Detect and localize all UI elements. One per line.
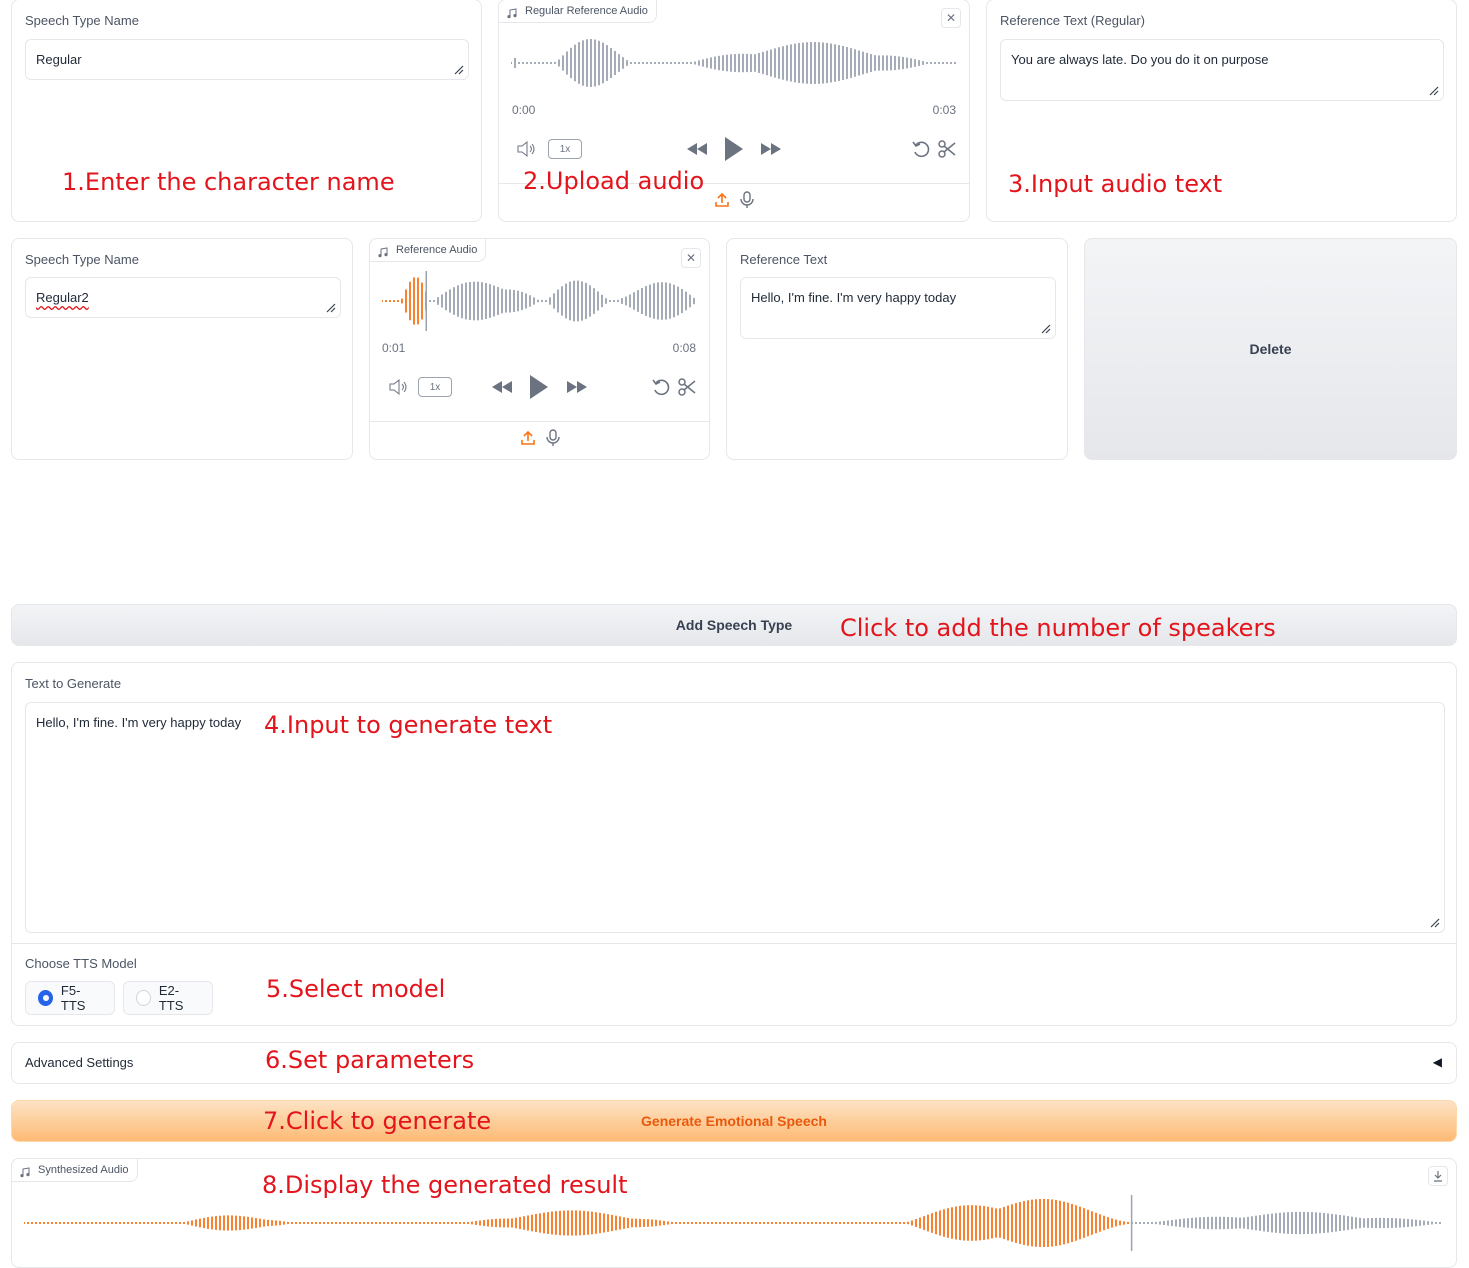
microphone-icon[interactable] [740, 191, 754, 214]
upload-icon[interactable] [714, 192, 730, 213]
radio-selected-icon [38, 990, 53, 1006]
reference-text-value: You are always late. Do you do it on pur… [1011, 52, 1269, 67]
audio-time-end: 0:08 [672, 341, 696, 355]
clear-audio-close-icon[interactable]: ✕ [681, 248, 701, 268]
model-option-e2-tts[interactable]: E2-TTS [123, 981, 213, 1015]
volume-icon[interactable] [515, 139, 539, 159]
annotation-upload-audio: 2.Upload audio [523, 167, 705, 195]
fast-forward-icon[interactable] [758, 139, 784, 159]
rewind-icon[interactable] [489, 377, 515, 397]
model-option-label: E2-TTS [158, 983, 184, 1013]
undo-icon[interactable] [650, 377, 672, 397]
text-to-generate-label: Text to Generate [25, 676, 122, 691]
annotation-add-speakers: Click to add the number of speakers [840, 614, 1276, 642]
model-option-label: F5-TTS [60, 983, 86, 1013]
resize-handle-icon[interactable] [1041, 324, 1051, 334]
annotation-set-parameters: 6.Set parameters [265, 1046, 475, 1074]
annotation-input-generate-text: 4.Input to generate text [264, 711, 553, 739]
add-speech-type-label: Add Speech Type [675, 617, 793, 633]
speech-type-name-value: Regular [36, 52, 82, 67]
fast-forward-icon[interactable] [564, 377, 590, 397]
resize-handle-icon[interactable] [454, 65, 464, 75]
speech-type-name-label: Speech Type Name [25, 252, 139, 267]
download-icon[interactable] [1428, 1166, 1448, 1186]
reference-text-value: Hello, I'm fine. I'm very happy today [751, 290, 957, 305]
audio-waveform[interactable] [382, 271, 698, 331]
text-to-generate-input[interactable]: Hello, I'm fine. I'm very happy today [25, 702, 1445, 933]
audio-time-start: 0:00 [512, 103, 536, 117]
annotation-input-audio-text: 3.Input audio text [1008, 170, 1223, 198]
model-option-f5-tts[interactable]: F5-TTS [25, 981, 115, 1015]
collapse-arrow-icon[interactable]: ◀ [1433, 1055, 1442, 1069]
speech-type-name-input[interactable]: Regular [25, 39, 469, 80]
clear-audio-close-icon[interactable]: ✕ [941, 8, 961, 28]
choose-model-label: Choose TTS Model [25, 956, 137, 971]
annotation-enter-name: 1.Enter the character name [62, 168, 395, 196]
audio-waveform[interactable] [511, 33, 957, 93]
reference-text-panel-2: Reference Text Hello, I'm fine. I'm very… [726, 238, 1068, 460]
delete-button[interactable]: Delete [1084, 238, 1457, 460]
microphone-icon[interactable] [545, 429, 560, 452]
reference-text-label: Reference Text [740, 252, 828, 267]
audio-label: Synthesized Audio [38, 1164, 129, 1176]
undo-icon[interactable] [910, 139, 932, 159]
reference-audio-panel-2: Reference Audio ✕ 0:01 0:08 1x [369, 238, 710, 460]
reference-text-label: Reference Text (Regular) [1000, 13, 1145, 28]
audio-label: Reference Audio [396, 244, 478, 256]
audio-label: Regular Reference Audio [525, 5, 648, 17]
music-note-icon [378, 244, 388, 266]
synthesized-audio-panel: Synthesized Audio 8.Display the generate… [11, 1158, 1457, 1268]
annotation-select-model: 5.Select model [266, 975, 446, 1003]
advanced-settings-label: Advanced Settings [25, 1055, 134, 1070]
speech-type-name-input[interactable]: Regular2 [25, 277, 341, 318]
generate-panel: Text to Generate Hello, I'm fine. I'm ve… [11, 662, 1457, 1026]
volume-icon[interactable] [387, 377, 411, 397]
trim-scissors-icon[interactable] [936, 139, 958, 159]
synthesized-waveform[interactable] [24, 1195, 1444, 1251]
text-to-generate-value: Hello, I'm fine. I'm very happy today [36, 715, 242, 730]
rewind-icon[interactable] [684, 139, 710, 159]
upload-icon[interactable] [520, 430, 536, 451]
speech-type-name-panel-2: Speech Type Name Regular2 [11, 238, 353, 460]
reference-audio-panel-1: Regular Reference Audio ✕ 0:00 0:03 1x 2… [498, 0, 970, 222]
reference-text-panel-1: Reference Text (Regular) You are always … [986, 0, 1457, 222]
resize-handle-icon[interactable] [326, 303, 336, 313]
generate-button-label: Generate Emotional Speech [641, 1113, 827, 1129]
playback-speed-button[interactable]: 1x [548, 139, 582, 159]
audio-source-bar [370, 421, 709, 459]
playback-speed-button[interactable]: 1x [418, 377, 452, 397]
radio-unselected-icon [136, 990, 151, 1006]
trim-scissors-icon[interactable] [676, 377, 698, 397]
audio-label-tag: Regular Reference Audio [498, 0, 657, 23]
music-note-icon [507, 5, 517, 27]
speech-type-name-label: Speech Type Name [25, 13, 139, 28]
reference-text-input[interactable]: Hello, I'm fine. I'm very happy today [740, 277, 1056, 339]
audio-time-start: 0:01 [382, 341, 406, 355]
generate-emotional-speech-button[interactable]: Generate Emotional Speech [11, 1100, 1457, 1142]
resize-handle-icon[interactable] [1430, 918, 1440, 928]
speech-type-name-panel-1: Speech Type Name Regular 1.Enter the cha… [11, 0, 482, 222]
divider [12, 943, 1456, 944]
music-note-icon [20, 1164, 30, 1186]
audio-label-tag: Reference Audio [369, 238, 487, 262]
audio-label-tag: Synthesized Audio [11, 1158, 138, 1182]
advanced-settings-accordion[interactable]: Advanced Settings ◀ 6.Set parameters [11, 1042, 1457, 1084]
reference-text-input[interactable]: You are always late. Do you do it on pur… [1000, 39, 1444, 101]
audio-time-end: 0:03 [932, 103, 956, 117]
play-icon[interactable] [526, 372, 552, 402]
annotation-click-generate: 7.Click to generate [263, 1107, 492, 1135]
play-icon[interactable] [721, 134, 747, 164]
speech-type-name-value: Regular2 [36, 290, 89, 305]
resize-handle-icon[interactable] [1429, 86, 1439, 96]
